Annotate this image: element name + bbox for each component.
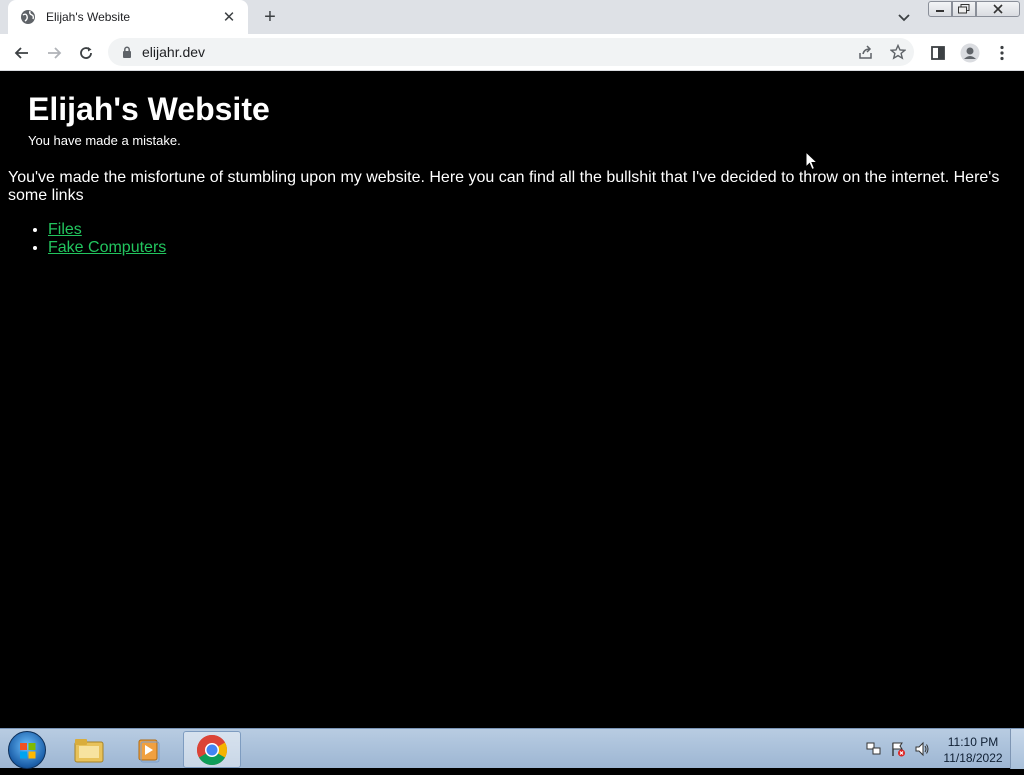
volume-icon[interactable] [914, 741, 930, 757]
list-item: Files [48, 221, 166, 239]
list-item: Fake Computers [48, 239, 166, 257]
chevron-down-icon[interactable] [892, 8, 916, 28]
folder-icon [74, 738, 104, 762]
back-button[interactable] [8, 39, 36, 67]
action-center-flag-icon[interactable] [890, 741, 906, 757]
system-clock[interactable]: 11:10 PM 11/18/2022 [940, 734, 1006, 766]
show-desktop-button[interactable] [1010, 729, 1024, 769]
forward-button[interactable] [40, 39, 68, 67]
chrome-taskbar-button[interactable] [183, 731, 241, 768]
close-tab-icon[interactable]: ✕ [220, 8, 238, 26]
media-player-taskbar-button[interactable] [120, 731, 178, 768]
address-bar[interactable]: elijahr.dev [108, 38, 914, 66]
url-text: elijahr.dev [142, 44, 206, 60]
bookmark-star-icon[interactable] [886, 40, 910, 64]
network-icon[interactable] [866, 741, 882, 757]
links-list: Files Fake Computers [48, 221, 166, 257]
intro-paragraph: You've made the misfortune of stumbling … [8, 169, 1000, 204]
page-content: Elijah's Website You have made a mistake… [0, 71, 1024, 728]
files-link[interactable]: Files [48, 221, 82, 238]
minimize-window-button[interactable] [928, 1, 952, 17]
chrome-icon [196, 734, 228, 765]
tab-title: Elijah's Website [46, 10, 131, 24]
site-subtitle: You have made a mistake. [28, 133, 181, 148]
tab-active[interactable]: Elijah's Website ✕ [8, 0, 248, 34]
more-menu-icon[interactable] [988, 39, 1016, 67]
clock-date: 11/18/2022 [943, 751, 1003, 765]
globe-icon [20, 9, 36, 25]
profile-avatar-icon[interactable] [956, 39, 984, 67]
new-tab-button[interactable]: + [258, 5, 282, 29]
mouse-cursor-icon [805, 150, 819, 171]
media-player-icon [138, 739, 160, 762]
share-icon[interactable] [854, 40, 878, 64]
clock-time: 11:10 PM [947, 735, 999, 749]
restore-window-button[interactable] [952, 1, 976, 17]
start-button[interactable] [8, 731, 46, 769]
tab-strip: Elijah's Website ✕ + [0, 0, 1024, 34]
side-panel-icon[interactable] [924, 39, 952, 67]
close-window-button[interactable] [976, 1, 1020, 17]
browser-toolbar: elijahr.dev [0, 34, 1024, 71]
reload-button[interactable] [72, 39, 100, 67]
fake-computers-link[interactable]: Fake Computers [48, 239, 166, 256]
site-title: Elijah's Website [28, 91, 270, 127]
windows-logo-icon [20, 743, 36, 759]
lock-icon [120, 45, 134, 59]
file-explorer-taskbar-button[interactable] [60, 731, 118, 768]
taskbar: 11:10 PM 11/18/2022 [0, 728, 1024, 769]
